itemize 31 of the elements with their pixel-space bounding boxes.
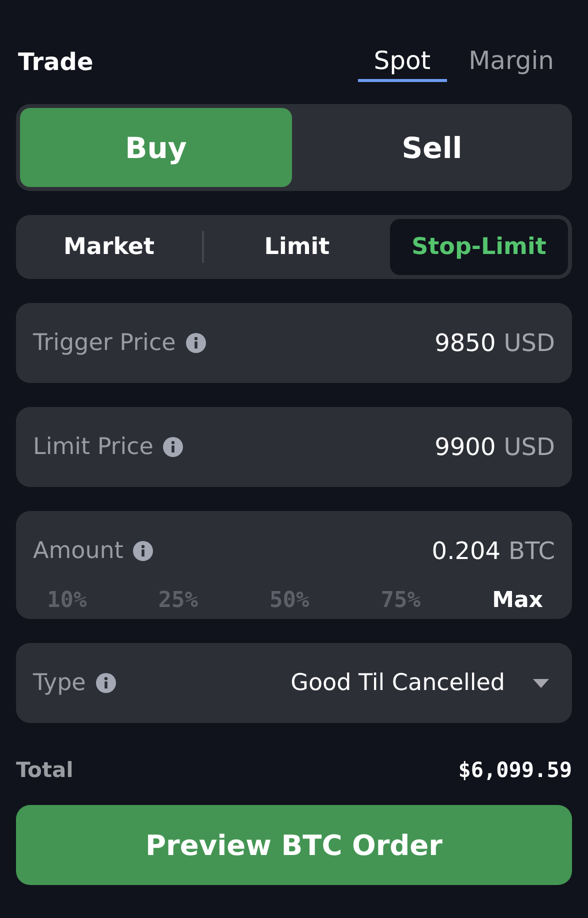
- preview-order-button[interactable]: Preview BTC Order: [16, 805, 572, 885]
- percent-option[interactable]: Max: [492, 583, 543, 617]
- caret-icon: [533, 678, 549, 688]
- type-dropdown[interactable]: Type Good Til Cancelled: [16, 643, 572, 723]
- unit-label: USD: [504, 329, 555, 357]
- info-icon: [186, 333, 206, 353]
- total-value: $6,099.59: [458, 758, 572, 782]
- order-type-tab[interactable]: Market: [20, 219, 198, 275]
- unit-label: USD: [504, 433, 555, 461]
- panel-title: Trade: [17, 48, 94, 76]
- price-field[interactable]: Trigger Price 9850 USD: [16, 303, 572, 383]
- mode-tab[interactable]: Margin: [452, 42, 570, 82]
- field-label: Type: [33, 670, 86, 696]
- order-type-tab[interactable]: Limit: [208, 219, 386, 275]
- total-label: Total: [16, 758, 74, 782]
- field-label: Trigger Price: [33, 330, 176, 356]
- field-value: 9900: [434, 433, 496, 461]
- order-type-tab[interactable]: Stop-Limit: [390, 219, 568, 275]
- field-label: Amount: [33, 538, 124, 564]
- price-field[interactable]: Limit Price 9900 USD: [16, 407, 572, 487]
- dropdown-value: Good Til Cancelled: [290, 670, 505, 696]
- info-icon: [133, 541, 154, 561]
- field-value: 0.204: [432, 537, 501, 565]
- field-label: Limit Price: [33, 434, 154, 460]
- info-icon: [96, 673, 116, 693]
- field-value: 9850: [434, 329, 496, 357]
- mode-tab[interactable]: Spot: [358, 42, 447, 82]
- info-icon: [163, 437, 184, 457]
- side-button[interactable]: Sell: [296, 108, 568, 187]
- side-button[interactable]: Buy: [20, 108, 292, 187]
- unit-label: BTC: [508, 537, 555, 565]
